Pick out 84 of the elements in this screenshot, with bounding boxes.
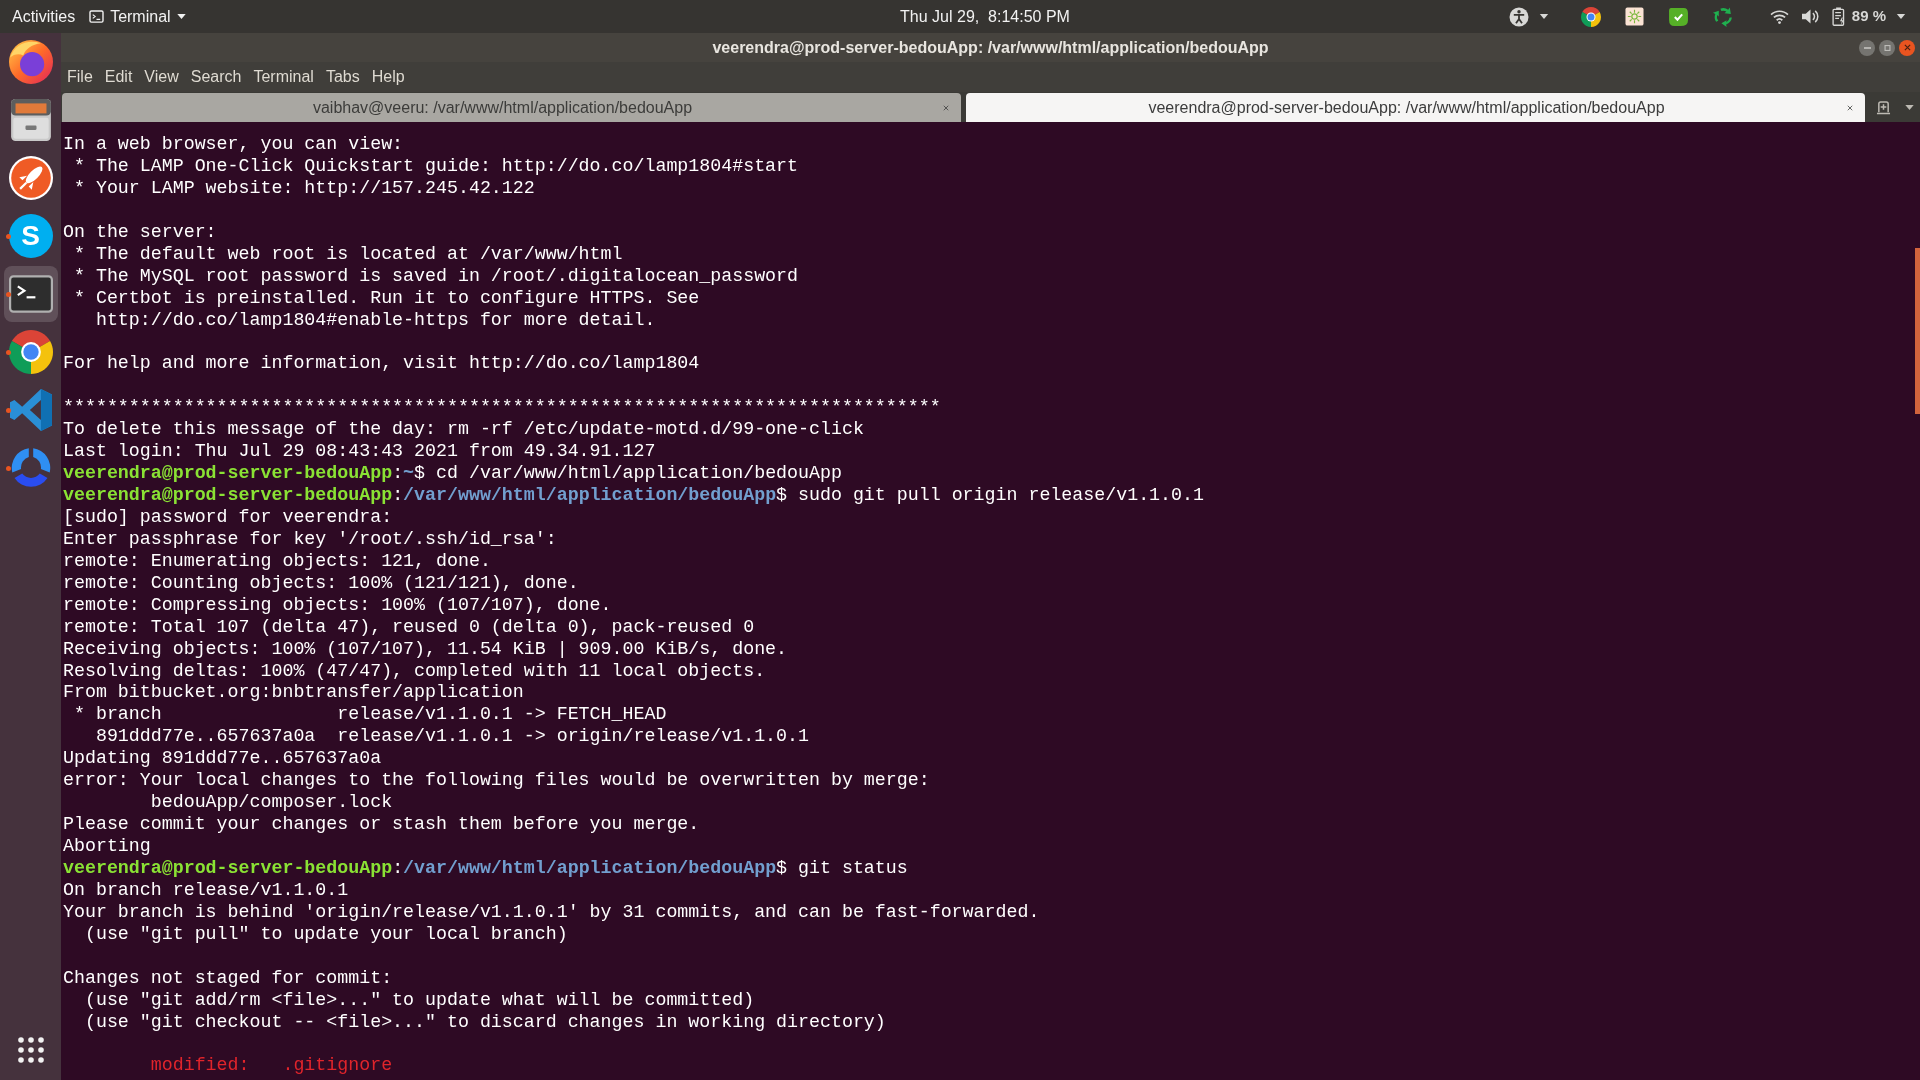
terminal-line: remote: Enumerating objects: 121, done.	[63, 550, 491, 571]
caret-icon	[1905, 105, 1914, 110]
menu-item[interactable]: Search	[184, 64, 248, 90]
prompt-line: veerendra@prod-server-bedouApp:/var/www/html/application/bedouApp$ git status	[63, 857, 908, 878]
caret-icon	[1896, 14, 1906, 19]
terminal-line: * The default web root is located at /var/www/html	[72, 243, 623, 264]
terminal-line: For help and more information, visit http://do.co/lamp1804	[63, 353, 700, 374]
close-icon[interactable]	[943, 104, 949, 111]
prompt-line: veerendra@prod-server-bedouApp:/var/www/html/application/bedouApp$ sudo git pull origin release/v1.1.0.1	[63, 485, 1204, 505]
menu-item[interactable]: File	[61, 64, 99, 90]
terminal-line: To delete this message of the day: rm -rf /etc/update-motd.d/99-one-click	[63, 419, 864, 440]
activities-button[interactable]: Activities	[12, 4, 76, 29]
caret-icon	[176, 14, 186, 19]
terminal-line: 891ddd77e..657637a0a release/v1.1.0.1 -> origin/release/v1.1.0.1	[94, 726, 809, 747]
terminal-line: [sudo] password for veerendra:	[63, 506, 393, 527]
minimize-icon	[1863, 46, 1871, 49]
terminal-line: Receiving objects: 100% (107/107), 11.54 KiB | 909.00 KiB/s, done.	[63, 638, 788, 659]
terminal-line: bedouApp/composer.lock	[149, 792, 393, 813]
terminal-line: Resolving deltas: 100% (47/47), completed with 11 local objects.	[63, 660, 766, 681]
app-menu[interactable]: Terminal	[89, 4, 186, 29]
terminal-line: error: Your local changes to the following files would be overwritten by merge:	[63, 770, 930, 791]
terminal-line: Please commit your changes or stash them before you merge.	[63, 814, 700, 835]
clock[interactable]: Thu Jul 29, 8:14:50 PM	[850, 4, 1070, 29]
terminal-line: On branch release/v1.1.0.1	[63, 879, 349, 900]
terminal-line: Last login: Thu Jul 29 08:43:43 2021 from 49.34.91.127	[63, 441, 656, 462]
terminal-line: remote: Total 107 (delta 47), reused 0 (delta 0), pack-reused 0	[63, 616, 755, 637]
maximize-icon	[1883, 44, 1891, 51]
dock-item[interactable]	[3, 266, 58, 322]
maximize-button[interactable]	[1879, 39, 1895, 56]
battery-icon[interactable]	[1831, 7, 1846, 26]
menu-item[interactable]: Terminal	[247, 64, 320, 90]
battery-percentage: 89 %	[1851, 6, 1886, 27]
terminal-line: http://do.co/lamp1804#enable-https for more detail.	[94, 309, 656, 330]
terminal-icon	[8, 275, 53, 313]
terminal-line: (use "git add/rm <file>..." to update what will be committed)	[83, 989, 755, 1010]
sun-tile-icon[interactable]	[1624, 7, 1644, 26]
recycle-icon[interactable]	[1712, 6, 1734, 27]
drawer-icon	[10, 99, 51, 141]
volume-icon[interactable]	[1800, 8, 1820, 25]
terminal-line: Aborting	[63, 836, 151, 856]
close-button[interactable]	[1899, 39, 1915, 56]
terminal-line: (use "git checkout -- <file>..." to discard changes in working directory)	[83, 1011, 886, 1032]
rocket-icon	[8, 156, 53, 200]
scrollbar-thumb[interactable]	[1915, 248, 1920, 414]
terminal-line: In a web browser, you can view:	[63, 134, 404, 154]
terminal-line: From bitbucket.org:bnbtransfer/application	[63, 682, 524, 703]
terminal-line: remote: Counting objects: 100% (121/121), done.	[63, 572, 579, 593]
terminal-line: Changes not staged for commit:	[63, 967, 393, 988]
grid-icon	[17, 1037, 44, 1063]
segmented-circle-icon[interactable]	[1580, 6, 1601, 27]
terminal-line: remote: Compressing objects: 100% (107/107), done.	[63, 594, 612, 615]
new-tab-icon[interactable]	[1876, 100, 1891, 115]
ribbon-icon	[9, 389, 52, 431]
terminal-line: On the server:	[63, 221, 217, 242]
prompt-line: veerendra@prod-server-bedouApp:~$ cd /var/www/html/application/bedouApp	[63, 463, 842, 484]
terminal-line: * Your LAMP website: http://157.245.42.122	[72, 177, 535, 198]
globe-icon	[8, 40, 53, 84]
check-badge-icon[interactable]	[1667, 6, 1689, 27]
menu-item[interactable]: Edit	[98, 64, 139, 90]
tab[interactable]: veerendra@prod-server-bedouApp: /var/www/html/application/bedouApp	[966, 93, 1865, 122]
minimize-button[interactable]	[1859, 39, 1875, 56]
menu-item[interactable]: View	[138, 64, 185, 90]
terminal-icon	[89, 10, 105, 23]
wifi-icon[interactable]	[1769, 9, 1789, 24]
segmented-circle-icon	[8, 330, 53, 374]
terminal-line: * Certbot is preinstalled. Run it to configure HTTPS. See	[72, 287, 700, 308]
caret-icon	[1538, 14, 1549, 19]
letter-logo: S	[8, 214, 53, 258]
terminal-line: * The MySQL root password is saved in /root/.digitalocean_password	[72, 265, 799, 286]
accessibility-icon[interactable]	[1508, 6, 1529, 27]
close-icon	[1903, 44, 1911, 51]
close-icon[interactable]	[1847, 104, 1853, 111]
terminal-line: Your branch is behind 'origin/release/v1.1.0.1' by 31 commits, and can be fast-forwarded.	[63, 901, 1040, 922]
menu-item[interactable]: Tabs	[319, 64, 366, 90]
terminal-line: modified: .gitignore	[149, 1055, 393, 1076]
terminal-line: (use "git pull" to update your local branch)	[83, 923, 568, 944]
terminal-line: ********************************************************************************	[63, 397, 941, 418]
tab[interactable]: vaibhav@veeru: /var/www/html/application/bedouApp	[62, 93, 961, 122]
menu-item[interactable]: Help	[365, 64, 411, 90]
terminal-line: Enter passphrase for key '/root/.ssh/id_rsa':	[63, 528, 557, 549]
terminal-line: * branch release/v1.1.0.1 -> FETCH_HEAD	[72, 704, 667, 725]
window-title: veerendra@prod-server-bedouApp: /var/www/html/application/bedouApp	[712, 37, 1269, 58]
terminal-line: Updating 891ddd77e..657637a0a	[63, 748, 382, 769]
terminal-line: * The LAMP One-Click Quickstart guide: http://do.co/lamp1804#start	[72, 155, 799, 176]
